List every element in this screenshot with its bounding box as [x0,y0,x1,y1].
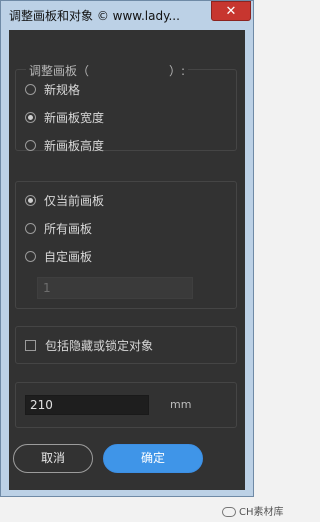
unit-label: mm [170,398,192,411]
radio-new-artboard-width[interactable]: 新画板宽度 [25,108,104,126]
resize-mode-group: 调整画板（ ）: 新规格 新画板宽度 新画板高度 [15,62,237,154]
watermark-text: CH素材库 [239,507,284,518]
radio-icon[interactable] [25,139,36,151]
radio-selected-icon[interactable] [25,194,36,206]
resize-mode-legend-text: 调整画板（ [29,64,90,78]
cancel-button[interactable]: 取消 [13,444,93,473]
radio-custom-artboards[interactable]: 自定画板 [25,247,92,265]
artboard-scope-group: 仅当前画板 所有画板 自定画板 1 [15,181,237,309]
close-button[interactable]: ✕ [211,1,251,21]
radio-selected-icon[interactable] [25,111,36,123]
dialog-body: 调整画板（ ）: 新规格 新画板宽度 新画板高度 仅当前画板 所有画板 自定画板 … [9,30,245,490]
radio-label: 新画板高度 [44,138,105,153]
watermark: CH素材库 [222,503,284,518]
wechat-icon [222,507,236,517]
legend-obscured-region [89,66,170,77]
checkbox-label: 包括隐藏或锁定对象 [45,338,154,353]
include-hidden-group: 包括隐藏或锁定对象 [15,326,237,364]
radio-icon[interactable] [25,222,36,234]
radio-label: 所有画板 [44,221,93,236]
window-title: 调整画板和对象 © www.lady... [9,9,180,23]
size-group: 210 mm [15,382,237,428]
radio-label: 新画板宽度 [44,110,105,125]
radio-icon[interactable] [25,83,36,95]
size-input[interactable]: 210 [25,395,149,415]
checkbox-icon[interactable] [25,339,36,351]
title-bar[interactable]: 调整画板和对象 © www.lady... ✕ [1,1,253,28]
custom-artboards-input[interactable]: 1 [37,277,193,299]
resize-mode-legend: 调整画板（ ）: [26,62,189,79]
close-icon: ✕ [225,4,237,19]
ok-button[interactable]: 确定 [103,444,203,473]
radio-label: 自定画板 [44,249,93,264]
resize-mode-legend-tail: ）: [169,64,186,78]
radio-label: 新规格 [44,82,81,97]
radio-new-spec[interactable]: 新规格 [25,80,80,98]
dialog-window: 调整画板和对象 © www.lady... ✕ 调整画板（ ）: 新规格 新画板宽… [0,0,254,497]
include-hidden-checkbox-row[interactable]: 包括隐藏或锁定对象 [25,336,153,354]
radio-all-artboards[interactable]: 所有画板 [25,219,92,237]
radio-icon[interactable] [25,250,36,262]
radio-current-artboard[interactable]: 仅当前画板 [25,191,104,209]
radio-label: 仅当前画板 [44,193,105,208]
radio-new-artboard-height[interactable]: 新画板高度 [25,136,104,154]
